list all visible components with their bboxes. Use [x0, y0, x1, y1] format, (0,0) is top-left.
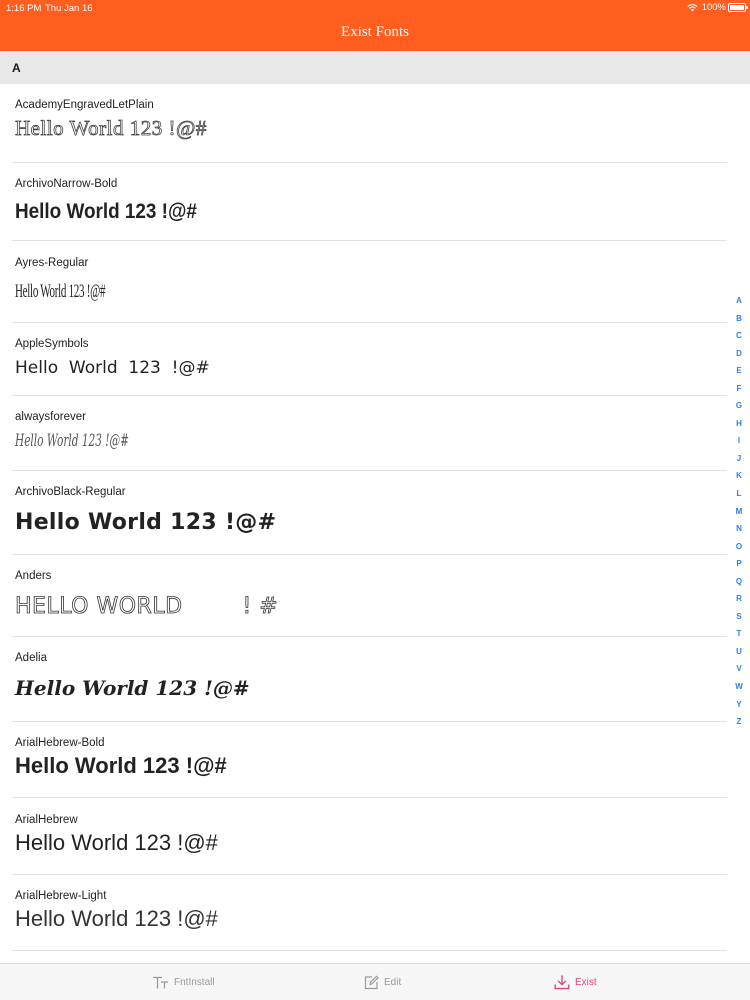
status-indicators: 100% — [687, 2, 726, 13]
row-divider — [12, 322, 727, 323]
font-name: ArchivoNarrow-Bold — [15, 178, 118, 190]
row-divider — [12, 636, 727, 637]
font-sample: Hello World 123 !@# — [15, 116, 207, 141]
font-sample: HELLO WORLD ! # — [15, 594, 279, 620]
index-letter-c[interactable]: C — [730, 327, 748, 345]
index-letter-y[interactable]: Y — [730, 696, 748, 714]
index-letter-a[interactable]: A — [730, 292, 748, 310]
row-divider — [12, 470, 727, 471]
alphabet-index[interactable]: A B C D E F G H I J K L M N O P Q R S T … — [730, 292, 748, 731]
index-letter-f[interactable]: F — [730, 380, 748, 398]
font-sample: Hello World 123 !@# — [15, 753, 227, 778]
index-letter-s[interactable]: S — [730, 608, 748, 626]
index-letter-d[interactable]: D — [730, 345, 748, 363]
row-divider — [12, 797, 727, 798]
font-name: ArialHebrew — [15, 814, 78, 826]
font-name: Adelia — [15, 652, 47, 664]
font-sample: Hello World 123 !@# — [15, 510, 277, 535]
tab-label: Edit — [384, 977, 402, 988]
index-letter-j[interactable]: J — [730, 450, 748, 468]
row-divider — [12, 162, 727, 163]
index-letter-b[interactable]: B — [730, 310, 748, 328]
tab-exist[interactable]: Exist — [554, 964, 597, 1000]
status-date: Thu Jan 16 — [45, 3, 93, 14]
font-name: alwaysforever — [15, 411, 86, 423]
index-letter-i[interactable]: I — [730, 432, 748, 450]
download-icon — [554, 975, 570, 990]
font-sample: Hello World 123 !@# — [15, 200, 197, 223]
row-divider — [12, 240, 727, 241]
font-sample: Hello World 123 !@# — [15, 906, 218, 931]
index-letter-r[interactable]: R — [730, 590, 748, 608]
font-name: Ayres-Regular — [15, 257, 89, 269]
font-sample: Hello World 123 !@# — [15, 830, 218, 855]
tab-label: Exist — [575, 977, 597, 988]
row-divider — [12, 554, 727, 555]
section-letter: A — [12, 61, 21, 75]
index-letter-l[interactable]: L — [730, 485, 748, 503]
row-divider — [12, 874, 727, 875]
font-sample: Hello World 123 !@# — [15, 358, 210, 378]
index-letter-u[interactable]: U — [730, 643, 748, 661]
index-letter-p[interactable]: P — [730, 555, 748, 573]
status-time: 1:16 PM — [6, 3, 42, 14]
index-letter-n[interactable]: N — [730, 520, 748, 538]
font-name: AcademyEngravedLetPlain — [15, 99, 154, 111]
navigation-header: 1:16 PM Thu Jan 16 100% Exist Fonts — [0, 0, 750, 51]
font-sample: Hello World 123 !@# — [15, 676, 250, 700]
index-letter-g[interactable]: G — [730, 397, 748, 415]
font-name: ArialHebrew-Bold — [15, 737, 105, 749]
font-name: ArchivoBlack-Regular — [15, 486, 126, 498]
font-size-icon — [153, 976, 168, 989]
font-name: AppleSymbols — [15, 338, 89, 350]
page-title: Exist Fonts — [341, 24, 409, 40]
index-letter-h[interactable]: H — [730, 415, 748, 433]
tab-bar: FntInstall Edit Exist — [0, 963, 750, 1000]
index-letter-m[interactable]: M — [730, 503, 748, 521]
font-name: ArialHebrew-Light — [15, 890, 107, 902]
index-letter-z[interactable]: Z — [730, 713, 748, 731]
row-divider — [12, 721, 727, 722]
index-letter-w[interactable]: W — [730, 678, 748, 696]
battery-icon — [728, 3, 748, 12]
tab-fntinstall[interactable]: FntInstall — [152, 964, 215, 1000]
font-sample: Hello World 123 !@# — [15, 431, 129, 451]
section-header: A — [0, 51, 750, 84]
index-letter-t[interactable]: T — [730, 625, 748, 643]
tab-label: FntInstall — [174, 977, 215, 988]
index-letter-o[interactable]: O — [730, 538, 748, 556]
index-letter-q[interactable]: Q — [730, 573, 748, 591]
font-sample: Hello World 123 !@# — [15, 281, 106, 302]
tab-edit[interactable]: Edit — [364, 964, 401, 1000]
font-name: Anders — [15, 570, 52, 582]
edit-icon — [364, 975, 379, 990]
row-divider — [12, 395, 727, 396]
row-divider — [12, 950, 727, 951]
index-letter-e[interactable]: E — [730, 362, 748, 380]
index-letter-k[interactable]: K — [730, 467, 748, 485]
battery-percent: 100% — [701, 2, 726, 13]
wifi-icon — [687, 3, 698, 11]
index-letter-v[interactable]: V — [730, 660, 748, 678]
